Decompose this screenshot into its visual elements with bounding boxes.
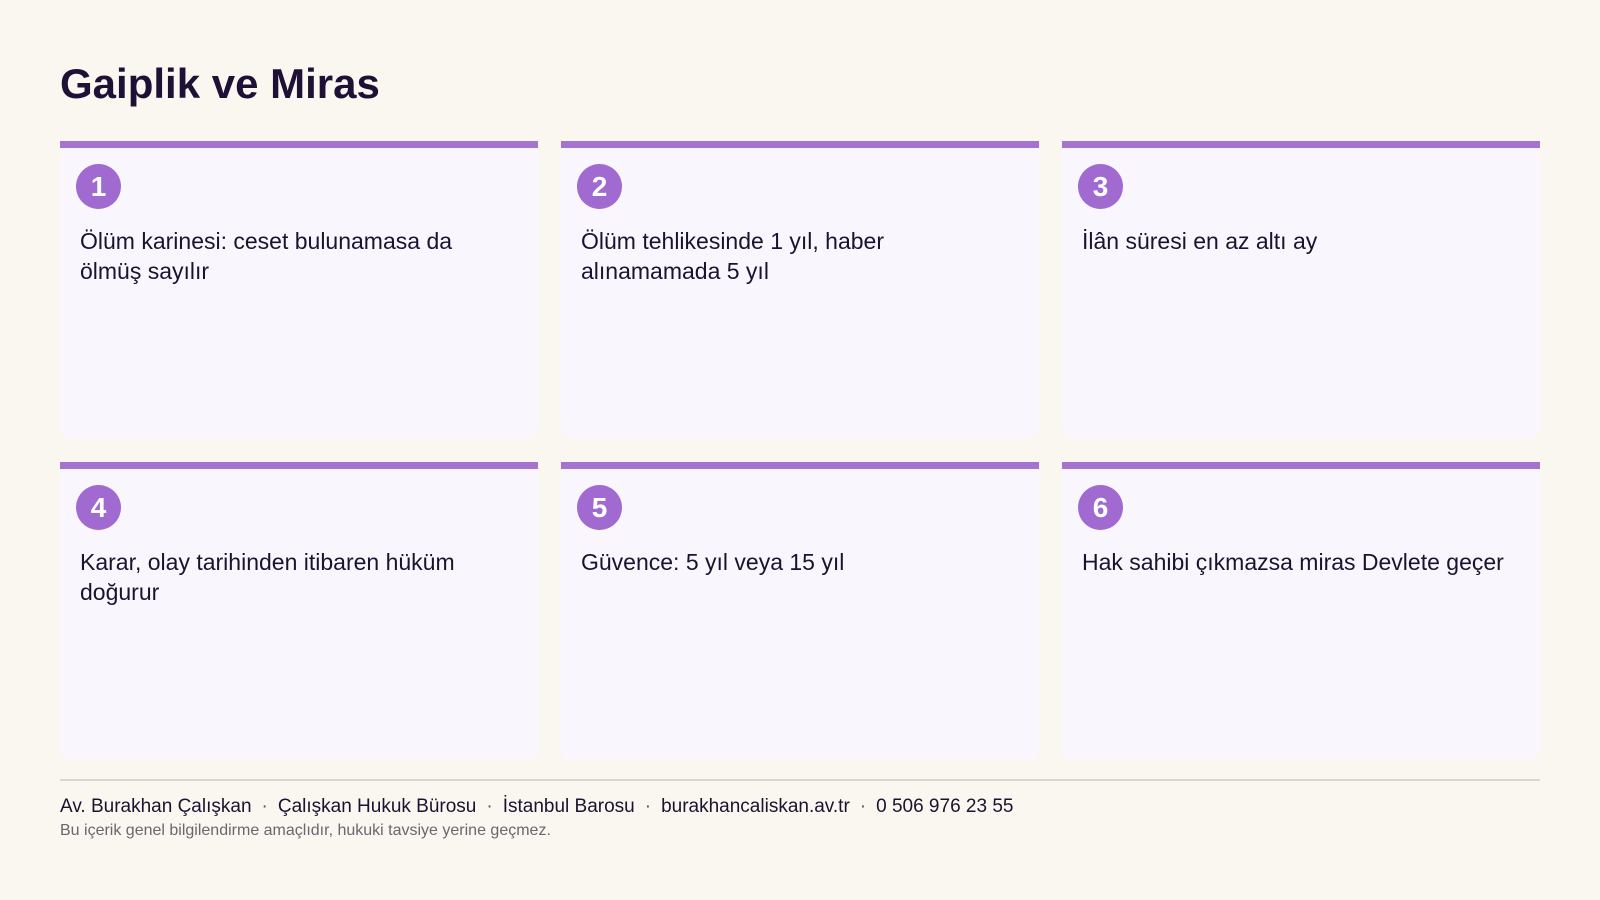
card-6: 6 Hak sahibi çıkmazsa miras Devlete geçe… [1062,462,1540,760]
card-text: İlân süresi en az altı ay [1082,228,1318,254]
separator-dot: · [859,796,867,817]
card-number-badge: 4 [76,485,121,530]
card-number-badge: 5 [577,485,622,530]
bar-association: İstanbul Barosu [502,796,635,817]
card-text: Karar, olay tarihinden itibaren hüküm do… [80,549,455,605]
separator-dot: · [486,796,493,817]
card-number-badge: 6 [1078,485,1123,530]
card-number-badge: 2 [577,164,622,209]
footer-divider [60,779,1540,781]
website-link[interactable]: burakhancaliskan.av.tr [661,796,850,817]
cards-grid: 1 Ölüm karinesi: ceset bulunamasa da ölm… [60,141,1540,760]
card-2: 2 Ölüm tehlikesinde 1 yıl, haber alınama… [561,141,1039,439]
firm-name: Çalışkan Hukuk Bürosu [277,796,477,817]
card-1: 1 Ölüm karinesi: ceset bulunamasa da ölm… [60,141,538,439]
footer-contact-line: Av. Burakhan Çalışkan · Çalışkan Hukuk Bür… [60,795,1013,819]
card-3: 3 İlân süresi en az altı ay [1062,141,1540,439]
card-number-badge: 1 [76,164,121,209]
card-text: Ölüm tehlikesinde 1 yıl, haber alınamama… [581,228,884,284]
disclaimer-text: Bu içerik genel bilgilendirme amaçlıdır,… [60,822,551,839]
separator-dot: · [644,796,652,817]
separator-dot: · [261,796,268,817]
card-5: 5 Güvence: 5 yıl veya 15 yıl [561,462,1039,760]
card-text: Hak sahibi çıkmazsa miras Devlete geçer [1082,549,1504,575]
page-title: Gaiplik ve Miras [60,60,380,107]
author-name: Av. Burakhan Çalışkan [60,796,252,817]
phone-number[interactable]: 0 506 976 23 55 [876,796,1013,817]
card-text: Ölüm karinesi: ceset bulunamasa da ölmüş… [80,228,453,284]
card-4: 4 Karar, olay tarihinden itibaren hüküm … [60,462,538,760]
card-text: Güvence: 5 yıl veya 15 yıl [581,549,845,575]
card-number-badge: 3 [1078,164,1123,209]
